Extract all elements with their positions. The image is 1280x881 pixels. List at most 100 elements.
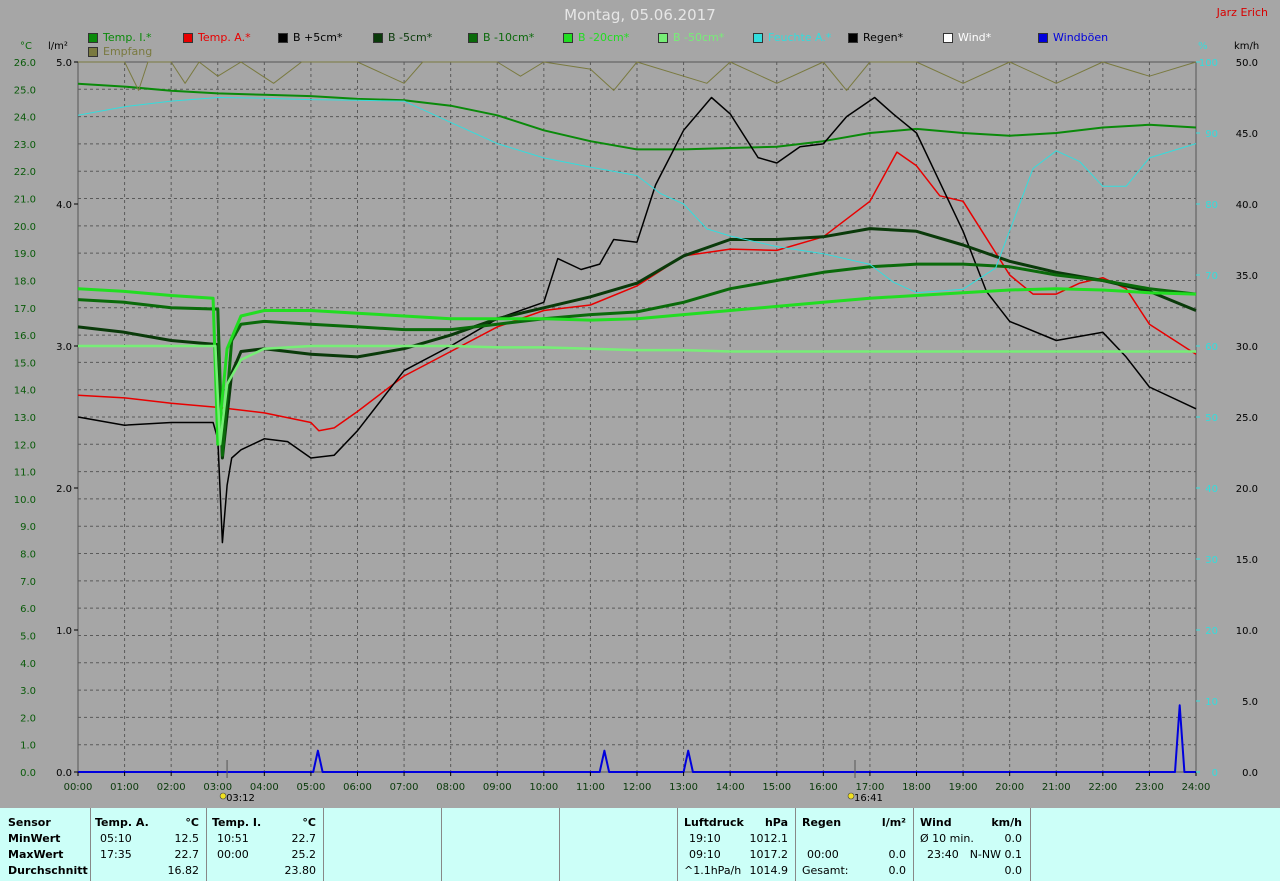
y-pct-tick-label: 10: [1205, 697, 1218, 708]
y-wind-tick-label: 10.0: [1236, 626, 1258, 637]
y-pct-tick-label: 40: [1205, 484, 1218, 495]
x-tick-label: 01:00: [110, 782, 139, 793]
x-tick-label: 00:00: [64, 782, 93, 793]
y-pct-tick-label: 30: [1205, 555, 1218, 566]
x-tick-label: 11:00: [576, 782, 605, 793]
y-temp-tick-label: 19.0: [14, 249, 36, 260]
y-pct-tick-label: 60: [1205, 342, 1218, 353]
stats-time: 05:10: [100, 832, 132, 845]
stats-value: 0.0: [1004, 864, 1023, 877]
legend-item: Temp. A.*: [183, 31, 251, 44]
y-wind-tick-label: 35.0: [1236, 271, 1258, 282]
y-rain-tick-label: 5.0: [56, 58, 72, 69]
event-label: 03:12: [226, 793, 255, 804]
x-tick-label: 09:00: [483, 782, 512, 793]
y-wind-tick-label: 40.0: [1236, 200, 1258, 211]
y-temp-tick-label: 23.0: [14, 140, 36, 151]
x-tick-label: 05:00: [297, 782, 326, 793]
y-pct-tick-label: 70: [1205, 271, 1218, 282]
legend-item: Empfang: [88, 45, 152, 58]
y-temp-tick-label: 21.0: [14, 195, 36, 206]
stats-value: 0.0: [1004, 832, 1023, 845]
legend-swatch: [563, 32, 573, 43]
stats-header: Temp. I.: [212, 816, 262, 829]
stats-unit: hPa: [764, 816, 788, 829]
y-wind-tick-label: 5.0: [1242, 697, 1258, 708]
chart-title: Montag, 05.06.2017: [564, 6, 716, 24]
stats-value: 23.80: [284, 864, 317, 877]
legend-item: B -10cm*: [468, 31, 534, 44]
legend-label: B -20cm*: [578, 31, 630, 44]
unit-pct: %: [1198, 41, 1208, 52]
legend-label: Temp. I.*: [103, 31, 152, 44]
stats-value: 1012.1: [749, 832, 789, 845]
y-temp-tick-label: 4.0: [20, 659, 36, 670]
stats-time: 17:35: [100, 848, 132, 861]
y-temp-tick-label: 26.0: [14, 58, 36, 69]
y-temp-tick-label: 8.0: [20, 550, 36, 561]
y-temp-tick-label: 7.0: [20, 577, 36, 588]
stats-time: 00:00: [807, 848, 839, 861]
legend-swatch: [278, 32, 288, 43]
y-rain-tick-label: 0.0: [56, 768, 72, 779]
legend-label: Windböen: [1053, 31, 1109, 44]
stats-header: Temp. A.: [95, 816, 149, 829]
stats-time: 09:10: [689, 848, 721, 861]
stats-row-label: Durchschnitt: [8, 864, 88, 877]
legend-swatch: [658, 32, 668, 43]
y-rain-tick-label: 3.0: [56, 342, 72, 353]
stats-header: Regen: [802, 816, 842, 829]
y-temp-tick-label: 15.0: [14, 358, 36, 369]
y-pct-tick-label: 50: [1205, 413, 1218, 424]
y-temp-tick-label: 12.0: [14, 440, 36, 451]
x-tick-label: 12:00: [623, 782, 652, 793]
legend-swatch: [88, 46, 98, 57]
stats-time: 19:10: [689, 832, 721, 845]
y-temp-tick-label: 11.0: [14, 468, 36, 479]
x-tick-label: 19:00: [949, 782, 978, 793]
stats-row-label: MinWert: [8, 832, 61, 845]
legend-label: Feuchte A.*: [768, 31, 832, 44]
y-temp-tick-label: 1.0: [20, 741, 36, 752]
legend-item: Temp. I.*: [88, 31, 152, 44]
stats-unit: l/m²: [881, 816, 906, 829]
legend-swatch: [468, 32, 478, 43]
legend-swatch: [1038, 32, 1048, 43]
y-rain-tick-label: 4.0: [56, 200, 72, 211]
x-tick-label: 03:00: [203, 782, 232, 793]
y-wind-tick-label: 30.0: [1236, 342, 1258, 353]
x-tick-label: 02:00: [157, 782, 186, 793]
stats-unit: °C: [185, 816, 199, 829]
x-tick-label: 24:00: [1182, 782, 1211, 793]
x-tick-label: 23:00: [1135, 782, 1164, 793]
y-temp-tick-label: 20.0: [14, 222, 36, 233]
stats-sensor-col: Sensor MinWert MaxWert Durchschnitt: [8, 808, 88, 881]
stats-value: 1017.2: [749, 848, 789, 861]
legend-label: B -10cm*: [483, 31, 535, 44]
stats-value: 0.0: [888, 864, 907, 877]
chart-grid: [77, 61, 1197, 773]
y-wind-tick-label: 25.0: [1236, 413, 1258, 424]
legend-swatch: [943, 32, 953, 43]
stats-trend: ^1.1hPa/h: [684, 864, 742, 877]
stats-value: 1014.9: [749, 864, 789, 877]
stats-value: 12.5: [174, 832, 200, 845]
legend-item: B +5cm*: [278, 31, 343, 44]
author-label: Jarz Erich: [1216, 6, 1268, 19]
stats-time: 23:40: [927, 848, 959, 861]
stats-value: 16.82: [167, 864, 200, 877]
legend-label: B -50cm*: [673, 31, 725, 44]
legend-label: Wind*: [958, 31, 992, 44]
y-temp-tick-label: 14.0: [14, 386, 36, 397]
y-temp-tick-label: 16.0: [14, 331, 36, 342]
legend-item: B -5cm*: [373, 31, 432, 44]
stats-wind-col: Wind km/h Ø 10 min. 0.0 23:40 N-NW 0.1 0…: [920, 808, 1026, 881]
x-tick-label: 17:00: [856, 782, 885, 793]
stats-row-label: MaxWert: [8, 848, 64, 861]
y-wind-tick-label: 0.0: [1242, 768, 1258, 779]
y-wind-tick-label: 50.0: [1236, 58, 1258, 69]
weather-chart: 00:00 01:00 02:00 03:00 04:00 05:00 06:00 07:00…: [14, 58, 1258, 804]
x-tick-label: 07:00: [390, 782, 419, 793]
x-tick-label: 18:00: [902, 782, 931, 793]
unit-temp: °C: [20, 41, 32, 52]
